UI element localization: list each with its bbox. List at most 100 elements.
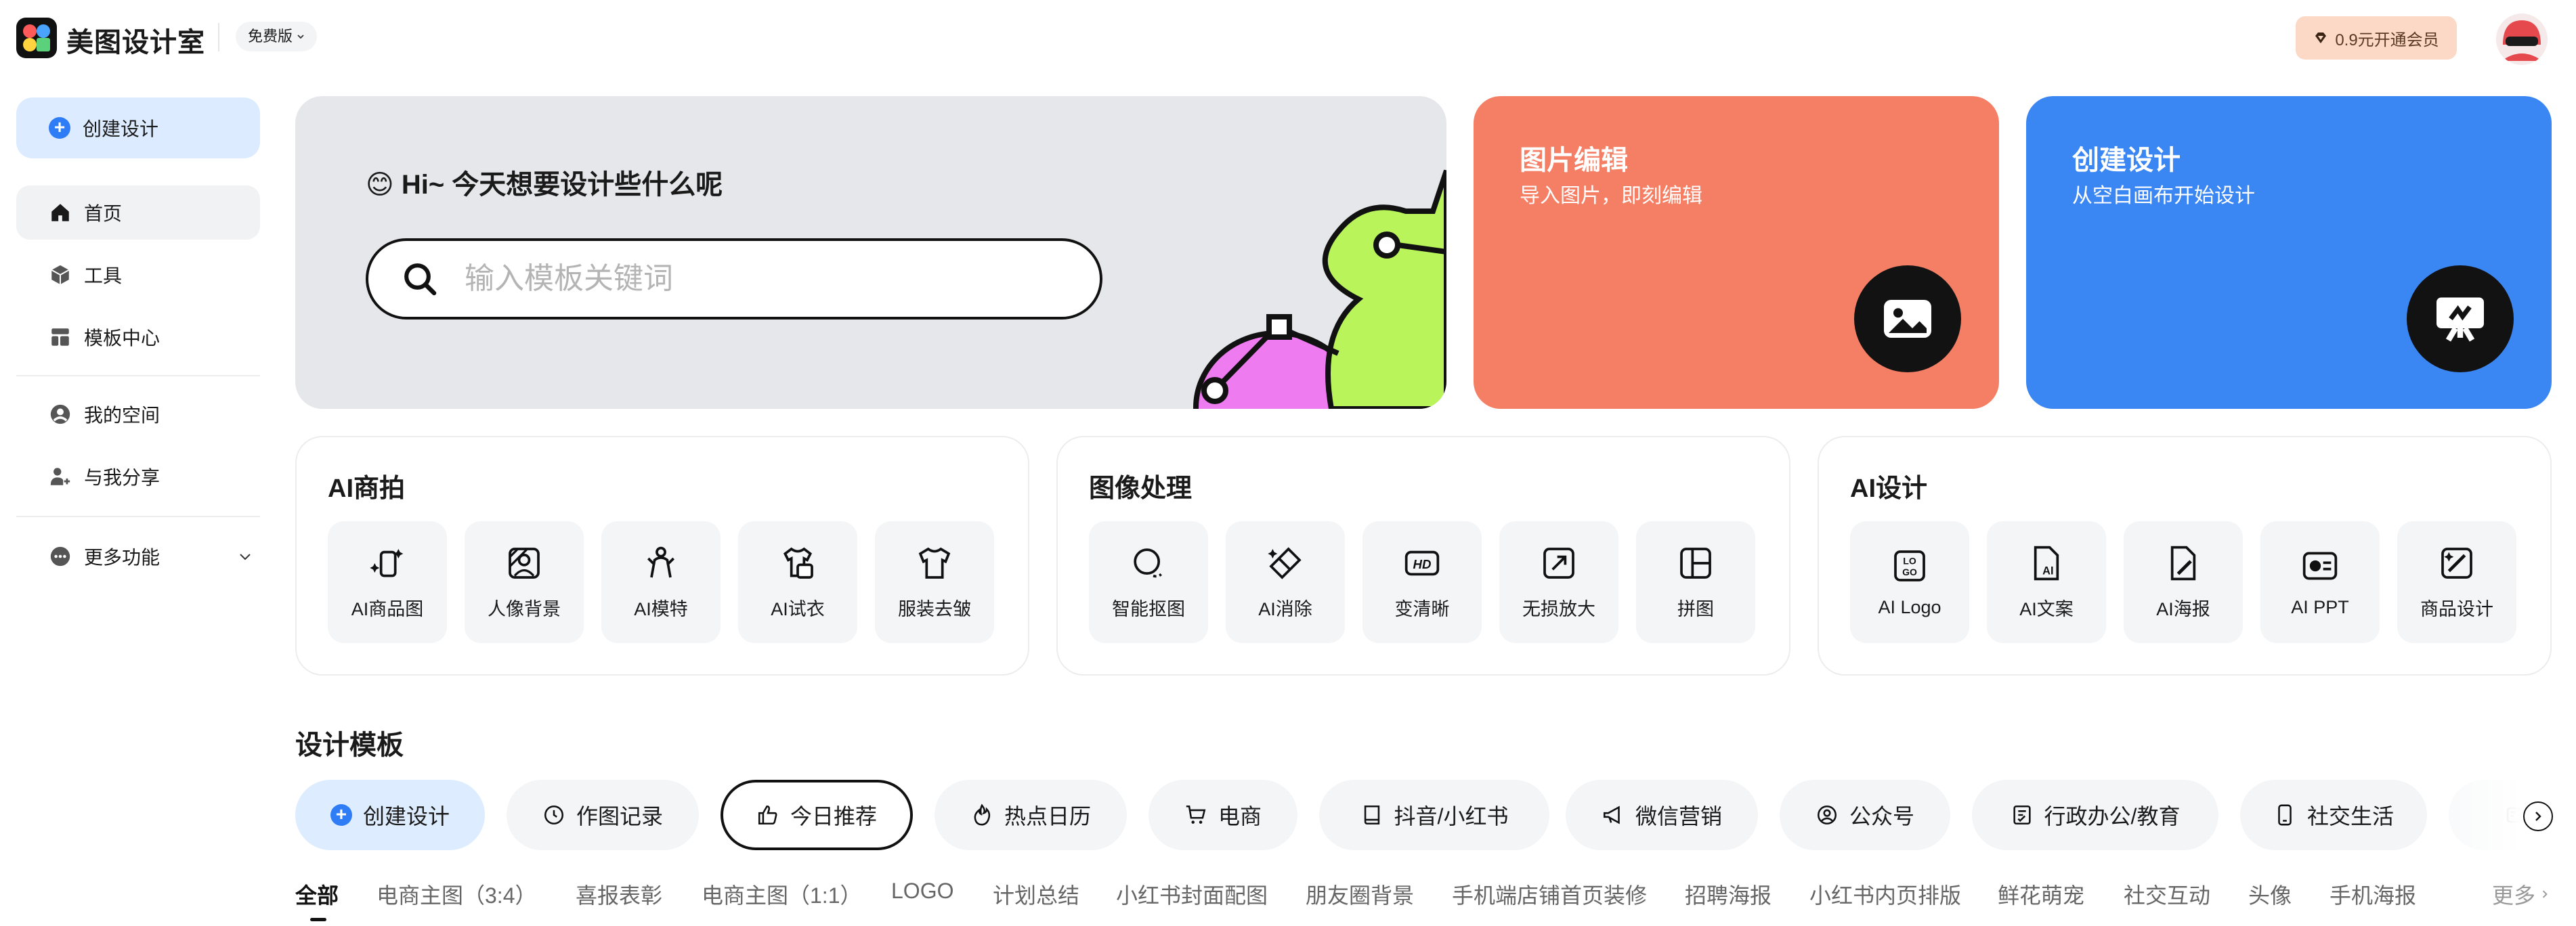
sidebar-item-my-space[interactable]: 我的空间 bbox=[16, 387, 260, 441]
sidebar-item-templates[interactable]: 模板中心 bbox=[16, 310, 260, 364]
tool-label: 变清晰 bbox=[1394, 598, 1450, 619]
tool-collage[interactable]: 拼图 bbox=[1636, 521, 1755, 643]
category-tab[interactable]: 鲜花萌宠 bbox=[1998, 879, 2084, 910]
tool-ai-logo[interactable]: LO GO AI Logo bbox=[1850, 521, 1969, 643]
sidebar-create-label: 创建设计 bbox=[83, 118, 159, 139]
plan-selector[interactable]: 免费版 bbox=[236, 22, 318, 51]
chip-douyin-xiaohongshu[interactable]: 抖音/小红书 bbox=[1319, 780, 1549, 850]
category-more-link[interactable]: 更多 bbox=[2492, 879, 2550, 910]
card-subtitle: 导入图片，即刻编辑 bbox=[1520, 185, 1702, 207]
portrait-background-icon bbox=[509, 547, 540, 579]
category-tab-all[interactable]: 全部 bbox=[295, 879, 339, 910]
chip-label: 社交生活 bbox=[2306, 804, 2394, 829]
app-logo[interactable] bbox=[16, 18, 57, 58]
tool-ai-eraser[interactable]: AI消除 bbox=[1226, 521, 1345, 643]
category-tab[interactable]: 朋友圈背景 bbox=[1306, 879, 1414, 910]
tool-smart-cutout[interactable]: 智能抠图 bbox=[1089, 521, 1208, 643]
category-tab[interactable]: 招聘海报 bbox=[1685, 879, 1772, 910]
sidebar-item-home[interactable]: 首页 bbox=[16, 185, 260, 240]
chip-office-education[interactable]: 行政办公/教育 bbox=[1972, 780, 2218, 850]
logo-icon: LOGO bbox=[1894, 550, 1925, 581]
tool-enhance-clarity[interactable]: HD 变清晰 bbox=[1362, 521, 1482, 643]
category-tab[interactable]: 社交互动 bbox=[2124, 879, 2210, 910]
tool-label: AI消除 bbox=[1258, 598, 1312, 619]
category-tab[interactable]: 电商主图（1:1） bbox=[702, 879, 862, 910]
sidebar-item-tools[interactable]: 工具 bbox=[16, 248, 260, 302]
image-icon bbox=[1854, 265, 1961, 372]
tool-product-design[interactable]: 商品设计 bbox=[2397, 521, 2516, 643]
megaphone-icon bbox=[1602, 803, 1625, 826]
card-subtitle: 从空白画布开始设计 bbox=[2072, 185, 2255, 207]
poster-pen-icon bbox=[2170, 546, 2196, 580]
tool-label: 智能抠图 bbox=[1112, 598, 1185, 619]
chip-official-account[interactable]: 公众号 bbox=[1780, 780, 1950, 850]
cutout-icon bbox=[1134, 548, 1162, 577]
tool-ai-poster[interactable]: AI海报 bbox=[2124, 521, 2243, 643]
search-input[interactable] bbox=[463, 261, 1008, 296]
sidebar-create-button[interactable]: + 创建设计 bbox=[16, 97, 260, 158]
panel-title: AI设计 bbox=[1850, 475, 1928, 503]
model-icon bbox=[647, 546, 674, 577]
chip-ecommerce[interactable]: 电商 bbox=[1149, 780, 1297, 850]
sidebar-item-label: 模板中心 bbox=[84, 328, 160, 349]
chevron-right-icon bbox=[2531, 810, 2545, 823]
user-circle-icon bbox=[1816, 803, 1839, 826]
hd-icon: HD bbox=[1404, 550, 1440, 575]
chip-hot-calendar[interactable]: 热点日历 bbox=[935, 780, 1127, 850]
sidebar-item-shared[interactable]: 与我分享 bbox=[16, 449, 260, 504]
category-tab[interactable]: 喜报表彰 bbox=[576, 879, 662, 910]
category-tab[interactable]: 计划总结 bbox=[993, 879, 1079, 910]
plus-icon: + bbox=[330, 804, 352, 826]
category-tab[interactable]: 头像 bbox=[2248, 879, 2292, 910]
tool-ai-ppt[interactable]: AI PPT bbox=[2260, 521, 2380, 643]
brand-name: 美图设计室 bbox=[66, 28, 205, 58]
chevron-right-icon bbox=[2539, 889, 2550, 900]
category-tab[interactable]: 小红书封面配图 bbox=[1116, 879, 1268, 910]
panel-image-processing: 图像处理 智能抠图 AI消除 HD 变清晰 无损放大 拼图 bbox=[1056, 436, 1790, 676]
more-label: 更多 bbox=[2492, 883, 2536, 908]
chip-today-recommend[interactable]: 今日推荐 bbox=[721, 780, 913, 850]
category-tab[interactable]: LOGO bbox=[891, 879, 953, 904]
collage-icon bbox=[1680, 547, 1711, 579]
tool-ai-model[interactable]: AI模特 bbox=[601, 521, 721, 643]
card-title: 图片编辑 bbox=[1520, 146, 1628, 175]
image-edit-card[interactable]: 图片编辑 导入图片，即刻编辑 bbox=[1474, 96, 1999, 409]
user-avatar[interactable] bbox=[2496, 14, 2548, 65]
sidebar-divider bbox=[16, 516, 260, 517]
template-search-bar[interactable] bbox=[366, 238, 1102, 319]
plus-icon: + bbox=[49, 117, 70, 139]
tool-label: AI海报 bbox=[2156, 598, 2210, 619]
card-title: 创建设计 bbox=[2072, 146, 2181, 175]
chip-wechat-marketing[interactable]: 微信营销 bbox=[1566, 780, 1758, 850]
tool-ai-product-image[interactable]: AI商品图 bbox=[328, 521, 447, 643]
sidebar-item-label: 工具 bbox=[84, 265, 123, 286]
tool-clothes-wrinkle-removal[interactable]: 服装去皱 bbox=[875, 521, 994, 643]
create-design-card[interactable]: 创建设计 从空白画布开始设计 bbox=[2026, 96, 2552, 409]
tool-label: 商品设计 bbox=[2420, 598, 2493, 619]
checklist-icon bbox=[2011, 803, 2034, 826]
phone-icon bbox=[2273, 803, 2296, 826]
header-divider bbox=[218, 23, 219, 51]
tool-lossless-upscale[interactable]: 无损放大 bbox=[1499, 521, 1618, 643]
svg-text:AI: AI bbox=[2042, 565, 2053, 577]
category-tab[interactable]: 电商主图（3:4） bbox=[377, 879, 537, 910]
chips-scroll-right-button[interactable] bbox=[2523, 801, 2553, 831]
chip-create-design[interactable]: + 创建设计 bbox=[295, 780, 485, 850]
category-tab[interactable]: 手机端店铺首页装修 bbox=[1452, 879, 1647, 910]
category-tab[interactable]: 小红书内页排版 bbox=[1809, 879, 1961, 910]
vip-upgrade-button[interactable]: 0.9元开通会员 bbox=[2296, 16, 2457, 60]
home-icon bbox=[49, 201, 72, 224]
eraser-icon bbox=[1268, 546, 1302, 579]
tool-ai-try-on[interactable]: AI试衣 bbox=[738, 521, 857, 643]
tool-label: AI模特 bbox=[634, 598, 688, 619]
category-tab[interactable]: 手机海报 bbox=[2330, 879, 2416, 910]
chip-social-life[interactable]: 社交生活 bbox=[2240, 780, 2427, 850]
sidebar-item-label: 更多功能 bbox=[84, 547, 160, 568]
product-sparkle-icon bbox=[370, 548, 404, 577]
plan-label: 免费版 bbox=[248, 28, 293, 45]
tool-portrait-background[interactable]: 人像背景 bbox=[465, 521, 584, 643]
chip-history[interactable]: 作图记录 bbox=[507, 780, 699, 850]
sidebar-item-label: 与我分享 bbox=[84, 467, 160, 488]
sidebar-item-more[interactable]: 更多功能 bbox=[16, 529, 260, 583]
tool-ai-copywriting[interactable]: AI AI文案 bbox=[1987, 521, 2106, 643]
